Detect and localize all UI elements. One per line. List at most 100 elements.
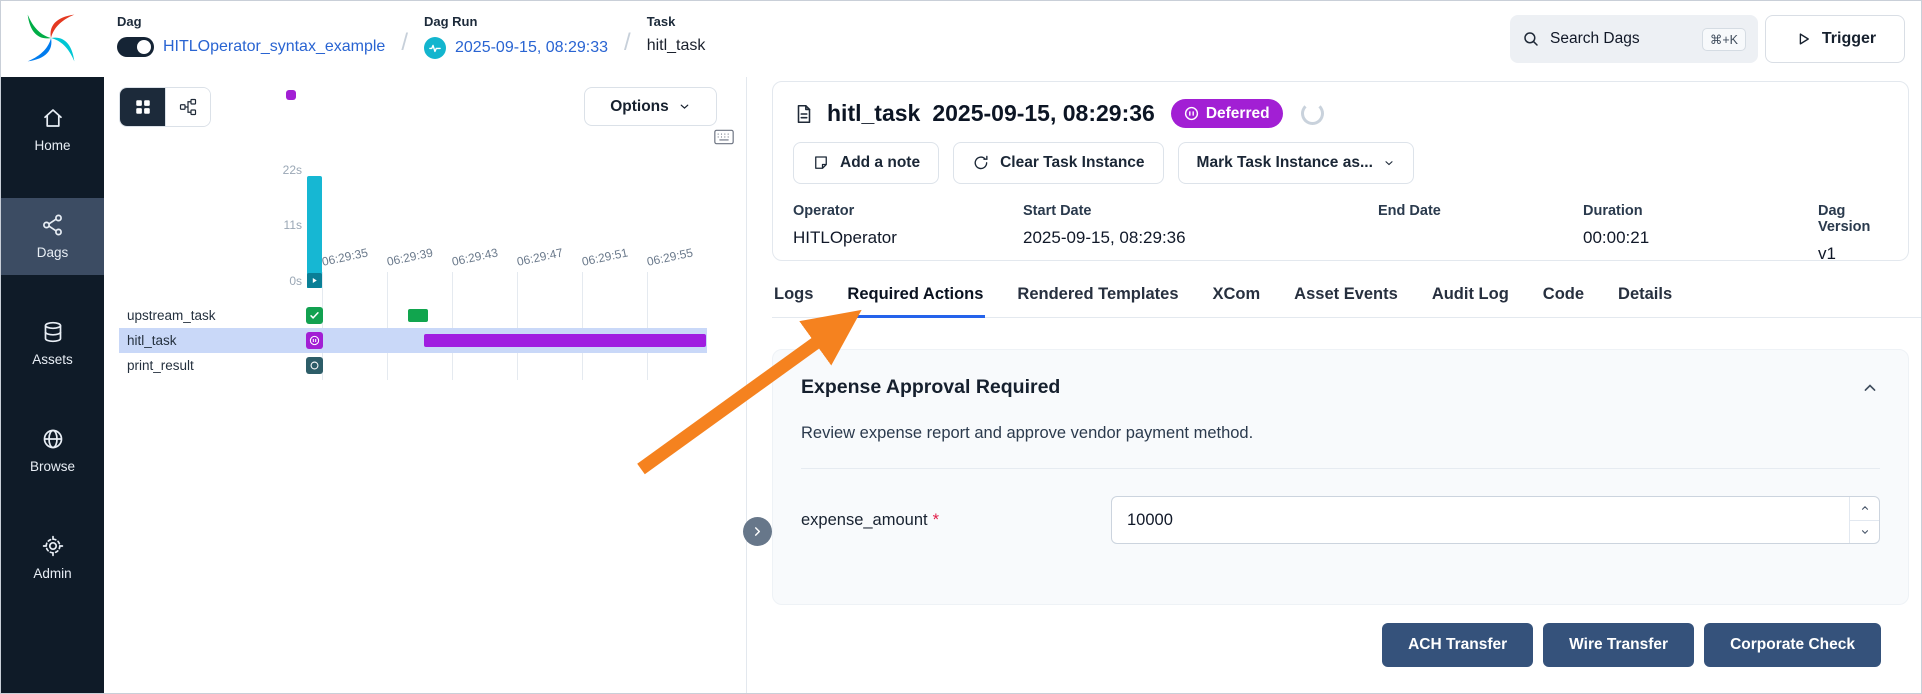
sidebar-item-home[interactable]: Home [1,91,104,168]
breadcrumb-dag: Dag HITLOperator_syntax_example [117,14,385,59]
time-tick: 06:29:39 [386,245,435,268]
gantt-bar-upstream-task[interactable] [408,309,428,322]
gridline [387,272,388,380]
graph-view-button[interactable] [165,88,210,126]
detail-tabs: Logs Required Actions Rendered Templates… [772,281,1921,318]
chevron-up-icon[interactable] [1860,378,1880,398]
dag-run-date-link[interactable]: 2025-09-15, 08:29:33 [455,39,608,57]
refresh-icon [972,154,990,172]
add-note-button[interactable]: Add a note [793,142,939,184]
task-row[interactable]: print_result [127,358,194,373]
time-tick: 06:29:43 [451,245,500,268]
dag-run-state-icon [424,37,446,59]
approval-actions: ACH Transfer Wire Transfer Corporate Che… [772,623,1909,667]
number-stepper [1849,497,1879,543]
run-indicator-dot [286,90,296,100]
tab-xcom[interactable]: XCom [1211,281,1263,318]
home-icon [41,106,65,130]
dags-icon [41,213,65,237]
grid-icon [134,98,152,116]
task-instance-header: hitl_task 2025-09-15, 08:29:36 Deferred … [772,81,1909,261]
meta-value-operator: HITLOperator [793,228,1023,248]
tab-audit-log[interactable]: Audit Log [1430,281,1511,318]
time-tick: 06:29:35 [321,245,370,268]
search-icon [1522,30,1540,48]
tab-code[interactable]: Code [1541,281,1586,318]
clear-task-instance-button[interactable]: Clear Task Instance [953,142,1163,184]
airflow-app: Dag HITLOperator_syntax_example / Dag Ru… [0,0,1922,694]
breadcrumb-dag-run: Dag Run 2025-09-15, 08:29:33 [424,14,608,59]
status-badge-deferred: Deferred [1171,99,1283,128]
dag-run-state-chip[interactable] [307,273,322,288]
search-dags-button[interactable]: Search Dags ⌘+K [1510,15,1758,63]
approval-description: Review expense report and approve vendor… [801,424,1880,443]
duration-tick: 11s [252,218,302,232]
panel-collapse-handle[interactable] [743,517,772,546]
breadcrumb: Dag HITLOperator_syntax_example / Dag Ru… [117,14,705,59]
task-instance-timestamp: 2025-09-15, 08:29:36 [932,100,1155,127]
sidebar-item-dags[interactable]: Dags [1,198,104,275]
meta-value-duration: 00:00:21 [1583,228,1818,248]
search-label: Search Dags [1550,30,1640,48]
stepper-decrement-button[interactable] [1850,520,1879,544]
loading-spinner [1301,102,1324,125]
tab-logs[interactable]: Logs [772,281,815,318]
sidebar-item-admin[interactable]: Admin [1,519,104,596]
task-name: hitl_task [647,37,706,55]
time-tick: 06:29:51 [581,245,630,268]
dag-name-link[interactable]: HITLOperator_syntax_example [163,38,385,56]
duration-tick: 22s [252,163,302,177]
time-tick: 06:29:55 [646,245,695,268]
grid-view-button[interactable] [120,88,165,126]
gear-icon [41,534,65,558]
chevron-down-icon [678,100,691,113]
expense-amount-input[interactable] [1111,496,1880,544]
stepper-increment-button[interactable] [1850,497,1879,520]
options-button[interactable]: Options [584,87,717,126]
tab-details[interactable]: Details [1616,281,1674,318]
graph-icon [179,98,197,116]
task-state-deferred-icon[interactable] [306,332,323,349]
task-state-scheduled-icon[interactable] [306,357,323,374]
task-row[interactable]: hitl_task [127,333,177,348]
view-toggle [119,87,211,127]
breadcrumb-task: Task hitl_task [647,14,706,59]
gridline [452,272,453,380]
task-instance-title: hitl_task [827,100,920,127]
task-label: Task [647,14,706,29]
search-shortcut: ⌘+K [1702,28,1746,51]
divider [801,468,1880,469]
sidebar-nav: Home Dags Assets Browse Admin [1,77,104,693]
meta-value-end-date [1378,228,1583,248]
dag-label: Dag [117,14,385,29]
task-state-success-icon[interactable] [306,307,323,324]
dag-run-label: Dag Run [424,14,608,29]
tab-rendered-templates[interactable]: Rendered Templates [1015,281,1180,318]
corporate-check-button[interactable]: Corporate Check [1704,623,1881,667]
browse-icon [41,427,65,451]
top-bar: Dag HITLOperator_syntax_example / Dag Ru… [1,1,1921,77]
gantt-bar-hitl-task[interactable] [424,334,706,347]
dag-run-duration-bar[interactable] [307,176,322,288]
sidebar-item-browse[interactable]: Browse [1,412,104,489]
grid-panel: Options 22s 11s 0s 06:29:35 06:29:39 06:… [104,77,747,693]
tab-required-actions[interactable]: Required Actions [845,281,985,318]
play-icon [1794,30,1812,48]
assets-icon [41,320,65,344]
sidebar-item-assets[interactable]: Assets [1,305,104,382]
keyboard-shortcuts-icon[interactable] [714,129,734,145]
time-tick: 06:29:47 [516,245,565,268]
tab-asset-events[interactable]: Asset Events [1292,281,1400,318]
ach-transfer-button[interactable]: ACH Transfer [1382,623,1533,667]
meta-value-dag-version: v1 [1818,244,1888,264]
wire-transfer-button[interactable]: Wire Transfer [1543,623,1694,667]
expense-amount-label: expense_amount* [801,511,1111,530]
breadcrumb-separator: / [624,29,631,57]
airflow-logo[interactable] [23,10,79,66]
dag-pause-toggle[interactable] [117,37,154,57]
expense-approval-card: Expense Approval Required Review expense… [772,349,1909,605]
mark-task-instance-as-dropdown[interactable]: Mark Task Instance as... [1178,142,1414,184]
task-row[interactable]: upstream_task [127,308,216,323]
meta-value-start-date: 2025-09-15, 08:29:36 [1023,228,1378,248]
trigger-button[interactable]: Trigger [1765,15,1905,63]
